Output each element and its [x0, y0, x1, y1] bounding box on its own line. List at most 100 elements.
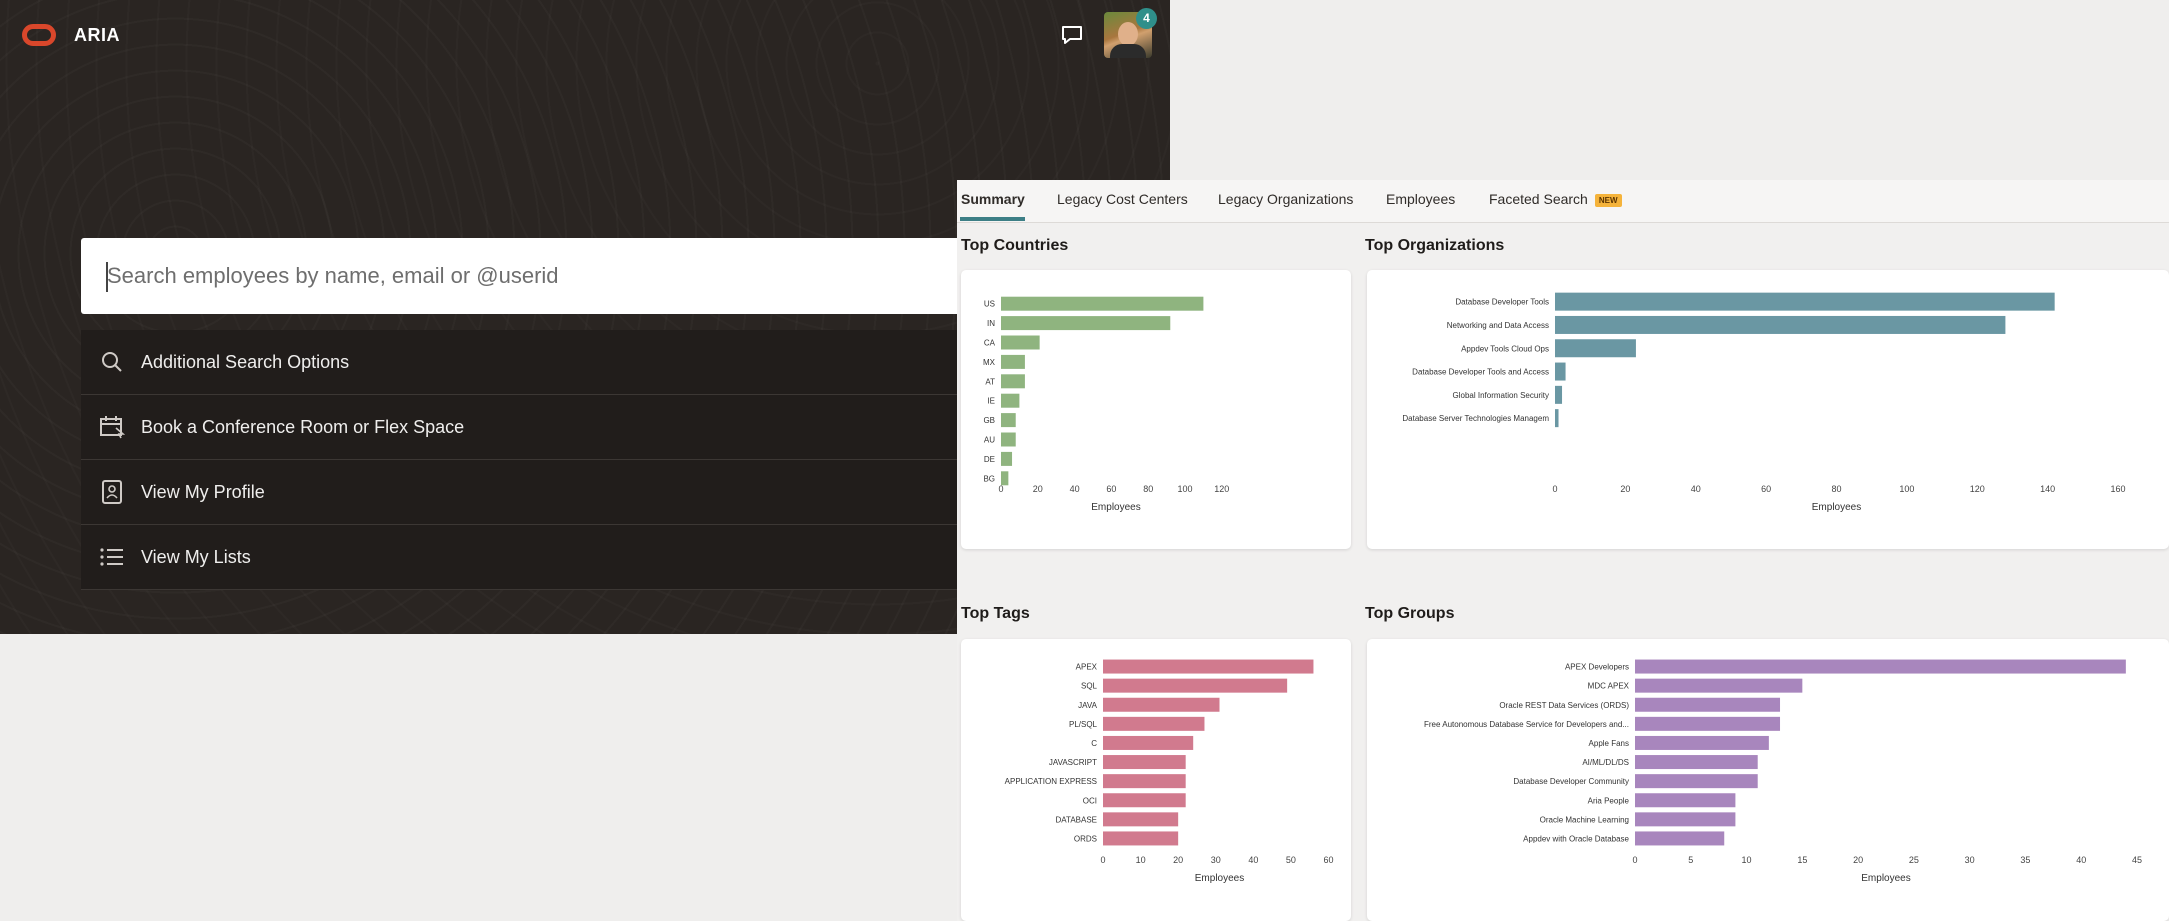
x-tick-label: 30	[1965, 855, 1975, 865]
x-tick-label: 10	[1742, 855, 1752, 865]
x-tick-label: 40	[1691, 484, 1701, 494]
category-label: JAVA	[1078, 701, 1097, 710]
x-tick-label: 0	[1100, 855, 1105, 865]
bar-appdev-with-oracle-database[interactable]	[1635, 831, 1725, 846]
bar-mx[interactable]	[1001, 354, 1025, 369]
category-label: DE	[984, 455, 995, 464]
category-label: JAVASCRIPT	[1049, 758, 1097, 767]
menu-item-label: Additional Search Options	[141, 351, 350, 372]
bar-database-developer-tools[interactable]	[1555, 292, 2055, 311]
section-title-top-tags: Top Tags	[961, 605, 1030, 622]
bar-ca[interactable]	[1001, 335, 1040, 350]
bar-database-server-technologies-managem[interactable]	[1555, 409, 1559, 428]
notification-badge[interactable]: 4	[1136, 8, 1157, 29]
x-tick-label: 40	[1070, 484, 1080, 494]
bar-sql[interactable]	[1103, 678, 1288, 693]
calendar-icon	[97, 412, 127, 442]
bar-ai-ml-dl-ds[interactable]	[1635, 755, 1758, 770]
avatar-shirt	[1110, 44, 1146, 58]
avatar-face	[1118, 22, 1138, 46]
bar-networking-and-data-access[interactable]	[1555, 315, 2006, 334]
bar-in[interactable]	[1001, 316, 1171, 331]
chart-card-top-groups: APEX Developers MDC APEX Oracle REST Data …	[1367, 639, 2169, 921]
category-label: BG	[983, 474, 995, 483]
section-title-top-organizations: Top Organizations	[1365, 237, 1505, 254]
search-icon	[97, 347, 127, 377]
section-title-top-groups: Top Groups	[1365, 605, 1455, 622]
bar-at[interactable]	[1001, 374, 1025, 389]
x-tick-label: 0	[1552, 484, 1557, 494]
x-tick-label: 20	[1853, 855, 1863, 865]
category-label: Database Server Technologies Managem	[1402, 414, 1549, 423]
bar-application-express[interactable]	[1103, 774, 1186, 789]
category-label: APPLICATION EXPRESS	[1005, 777, 1097, 786]
tab-faceted-search[interactable]: Faceted Search NEW	[1489, 191, 1622, 207]
x-tick-label: 0	[1632, 855, 1637, 865]
tab-summary[interactable]: Summary	[961, 191, 1025, 207]
bar-ie[interactable]	[1001, 393, 1020, 408]
x-tick-label: 35	[2020, 855, 2030, 865]
x-tick-label: 60	[1106, 484, 1116, 494]
bar-mdc-apex[interactable]	[1635, 678, 1803, 693]
x-tick-label: 120	[1214, 484, 1229, 494]
tab-legacy-organizations[interactable]: Legacy Organizations	[1218, 191, 1353, 207]
chat-icon[interactable]	[1060, 24, 1084, 46]
bar-apex-developers[interactable]	[1635, 659, 2126, 674]
x-tick-label: 120	[1970, 484, 1985, 494]
bar-ords[interactable]	[1103, 831, 1179, 846]
x-tick-label: 0	[998, 484, 1003, 494]
bar-appdev-tools-cloud-ops[interactable]	[1555, 339, 1636, 358]
x-tick-label: 10	[1136, 855, 1146, 865]
category-label: IN	[987, 319, 995, 328]
bar-de[interactable]	[1001, 451, 1013, 466]
bar-apex[interactable]	[1103, 659, 1314, 674]
bar-aria-people[interactable]	[1635, 793, 1736, 808]
bar-au[interactable]	[1001, 432, 1016, 447]
oracle-logo-icon[interactable]	[22, 24, 56, 46]
bar-oci[interactable]	[1103, 793, 1186, 808]
bar-global-information-security[interactable]	[1555, 385, 1563, 404]
list-icon	[97, 542, 127, 572]
x-tick-label: 5	[1688, 855, 1693, 865]
category-label: US	[984, 300, 995, 309]
category-label: AI/ML/DL/DS	[1582, 758, 1629, 767]
category-label: Oracle Machine Learning	[1540, 815, 1629, 824]
bar-database-developer-community[interactable]	[1635, 774, 1758, 789]
tab-label: Faceted Search	[1489, 191, 1588, 207]
category-label: PL/SQL	[1069, 720, 1098, 729]
category-label: Database Developer Tools and Access	[1412, 368, 1549, 377]
x-tick-label: 20	[1173, 855, 1183, 865]
bar-oracle-machine-learning[interactable]	[1635, 812, 1736, 827]
bar-free-autonomous-database-service-for-developers-and[interactable]	[1635, 716, 1781, 731]
bar-gb[interactable]	[1001, 413, 1016, 428]
x-tick-label: 80	[1143, 484, 1153, 494]
bar-java[interactable]	[1103, 697, 1220, 712]
x-tick-label: 100	[1177, 484, 1192, 494]
bar-database[interactable]	[1103, 812, 1179, 827]
bar-apple-fans[interactable]	[1635, 735, 1769, 750]
tab-legacy-cost-centers[interactable]: Legacy Cost Centers	[1057, 191, 1188, 207]
app-title[interactable]: ARIA	[74, 25, 120, 46]
bar-oracle-rest-data-services-ords[interactable]	[1635, 697, 1781, 712]
profile-icon	[97, 477, 127, 507]
bar-c[interactable]	[1103, 735, 1194, 750]
chart-card-top-tags: APEX SQL JAVA PL/SQL C JAVASCRIPT APPLICATION …	[961, 639, 1351, 921]
category-label: MX	[983, 358, 996, 367]
bar-pl-sql[interactable]	[1103, 716, 1205, 731]
x-tick-label: 40	[1248, 855, 1258, 865]
chart-card-top-organizations: Database Developer Tools Networking and D…	[1367, 270, 2169, 549]
x-tick-label: 25	[1909, 855, 1919, 865]
bar-database-developer-tools-and-access[interactable]	[1555, 362, 1566, 381]
x-tick-label: 100	[1899, 484, 1914, 494]
category-label: GB	[983, 416, 995, 425]
category-label: Free Autonomous Database Service for Dev…	[1424, 720, 1629, 729]
bar-us[interactable]	[1001, 296, 1204, 311]
category-label: OCI	[1083, 796, 1097, 805]
menu-item-label: View My Profile	[141, 481, 265, 502]
chart-top-organizations: Database Developer Tools Networking and D…	[1402, 292, 2126, 513]
new-badge: NEW	[1594, 193, 1622, 207]
x-axis-title: Employees	[1195, 873, 1244, 884]
category-label: Database Developer Community	[1513, 777, 1629, 786]
tab-employees[interactable]: Employees	[1386, 191, 1455, 207]
bar-javascript[interactable]	[1103, 755, 1186, 770]
